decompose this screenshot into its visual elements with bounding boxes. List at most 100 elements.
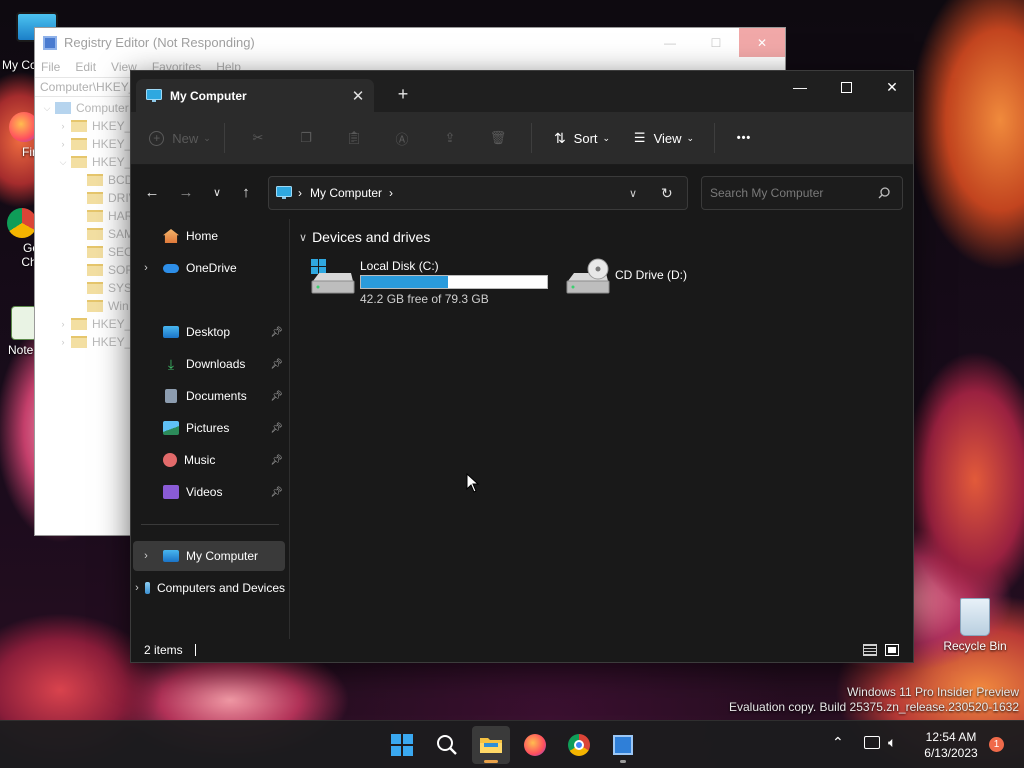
paste-button[interactable]: 📋︎ (330, 121, 378, 155)
sidebar-item-home[interactable]: Home (133, 221, 285, 251)
up-button[interactable]: ↑ (233, 179, 259, 205)
view-button[interactable]: ☰ View ⌄ (623, 121, 705, 155)
sidebar-item-desktop[interactable]: Desktop 📌︎ (133, 317, 285, 347)
chevron-right-icon[interactable]: › (133, 262, 159, 274)
group-header-devices[interactable]: ∨ Devices and drives (299, 229, 430, 245)
sidebar-item-network[interactable]: › Computers and Devices (133, 573, 285, 603)
desktop-icon-recycle-bin[interactable]: Recycle Bin (940, 598, 1010, 653)
taskbar-registry-editor[interactable] (604, 726, 642, 764)
drive-name: Local Disk (C:) (360, 259, 439, 273)
sidebar-item-label: Music (184, 453, 216, 467)
file-explorer-window[interactable]: My Computer ✕ + — ✕ + New ⌄ ✂ ❐ 📋︎ Ⓐ ⇪ 🗑… (130, 70, 914, 663)
taskbar-firefox[interactable] (516, 726, 554, 764)
clock[interactable]: 12:54 AM 6/13/2023 (916, 729, 986, 761)
tab-bar: My Computer ✕ + — ✕ (131, 71, 913, 112)
tiles-view-icon[interactable] (885, 643, 899, 656)
registry-editor-title: Registry Editor (Not Responding) (64, 35, 255, 50)
cut-button[interactable]: ✂ (234, 121, 282, 155)
chevron-right-icon[interactable]: › (133, 550, 159, 562)
taskbar-file-explorer[interactable] (472, 726, 510, 764)
drive-cd-d[interactable]: CD Drive (D:) (564, 257, 687, 297)
close-tab-icon[interactable]: ✕ (346, 87, 370, 105)
breadcrumb-my-computer[interactable]: My Computer (310, 186, 382, 200)
chevron-right-icon[interactable]: › (57, 139, 69, 149)
network-status-icon[interactable] (864, 736, 880, 749)
sidebar-item-videos[interactable]: Videos 📌︎ (133, 477, 285, 507)
pin-icon[interactable]: 📌︎ (270, 423, 283, 434)
details-view-icon[interactable] (863, 643, 877, 656)
sidebar-separator (141, 524, 279, 525)
cloud-icon (163, 263, 179, 273)
sort-button[interactable]: ⇅ Sort ⌄ (541, 121, 623, 155)
minimize-icon[interactable]: — (647, 28, 693, 57)
back-button[interactable]: ← (139, 179, 165, 205)
chevron-right-icon[interactable]: › (389, 186, 393, 200)
content-pane[interactable]: ∨ Devices and drives Local Disk (C:) 42.… (291, 219, 913, 639)
show-hidden-icons-button[interactable]: ⌃ (832, 734, 844, 751)
close-icon[interactable]: ✕ (739, 28, 785, 57)
search-input[interactable]: Search My Computer (701, 176, 903, 210)
copy-button[interactable]: ❐ (282, 121, 330, 155)
minimize-icon[interactable]: — (777, 71, 823, 103)
start-button[interactable] (383, 726, 421, 764)
refresh-icon[interactable]: ↻ (661, 185, 673, 202)
drive-local-disk-c[interactable]: Local Disk (C:) 42.2 GB free of 79.3 GB (309, 257, 548, 306)
toolbar-separator (224, 123, 225, 153)
view-label: View (653, 130, 682, 146)
maximize-icon[interactable]: ☐ (693, 28, 739, 57)
chevron-down-icon[interactable]: ⌵ (57, 157, 69, 168)
chevron-right-icon[interactable]: › (57, 121, 69, 131)
search-button[interactable] (428, 726, 466, 764)
sidebar-item-music[interactable]: Music 📌︎ (133, 445, 285, 475)
sidebar-item-documents[interactable]: Documents 📌︎ (133, 381, 285, 411)
windows-logo-icon (391, 734, 413, 756)
recent-locations-button[interactable]: ∨ (204, 179, 230, 205)
sidebar-item-label: Documents (186, 389, 247, 403)
notification-badge[interactable]: 1 (989, 737, 1004, 752)
pin-icon[interactable]: 📌︎ (270, 327, 283, 338)
chevron-down-icon[interactable]: ⌵ (41, 103, 53, 114)
item-count: 2 items (144, 642, 183, 657)
registry-menu-file[interactable]: File (41, 60, 60, 74)
sidebar-item-downloads[interactable]: ⤓ Downloads 📌︎ (133, 349, 285, 379)
taskbar-chrome[interactable] (560, 726, 598, 764)
address-bar[interactable]: › My Computer › ∨ ↻ (268, 176, 688, 210)
sidebar-item-pictures[interactable]: Pictures 📌︎ (133, 413, 285, 443)
delete-button[interactable]: 🗑︎ (474, 121, 522, 155)
address-history-dropdown[interactable]: ∨ (629, 187, 637, 200)
sidebar-item-onedrive[interactable]: › OneDrive (133, 253, 285, 283)
folder-icon (71, 138, 87, 150)
new-tab-button[interactable]: + (389, 83, 417, 107)
desktop-icon-label: Recycle Bin (943, 639, 1007, 653)
folder-icon (87, 246, 103, 258)
forward-button[interactable]: → (173, 179, 199, 205)
running-indicator (484, 760, 498, 763)
mouse-cursor-icon (466, 473, 480, 493)
clock-time: 12:54 AM (925, 730, 977, 744)
registry-menu-edit[interactable]: Edit (75, 60, 96, 74)
tab-my-computer[interactable]: My Computer ✕ (136, 79, 374, 112)
drive-name: CD Drive (D:) (615, 268, 687, 282)
close-icon[interactable]: ✕ (869, 71, 915, 103)
chevron-right-icon[interactable]: › (133, 582, 141, 594)
sidebar-item-my-computer[interactable]: › My Computer (133, 541, 285, 571)
pin-icon[interactable]: 📌︎ (270, 391, 283, 402)
sort-label: Sort (573, 130, 598, 146)
more-options-button[interactable]: ••• (724, 121, 764, 155)
pin-icon[interactable]: 📌︎ (270, 487, 283, 498)
home-icon (163, 229, 179, 243)
drive-free-space: 42.2 GB free of 79.3 GB (360, 292, 489, 306)
pin-icon[interactable]: 📌︎ (270, 359, 283, 370)
chevron-right-icon[interactable]: › (57, 319, 69, 329)
pin-icon[interactable]: 📌︎ (270, 455, 283, 466)
new-button[interactable]: + New ⌄ (145, 121, 215, 155)
rename-button[interactable]: Ⓐ (378, 121, 426, 155)
watermark-line1: Windows 11 Pro Insider Preview (847, 685, 1019, 699)
pane-divider[interactable] (289, 219, 290, 639)
chevron-right-icon[interactable]: › (57, 337, 69, 347)
maximize-icon[interactable] (823, 71, 869, 103)
cd-drive-icon (564, 257, 610, 297)
volume-icon[interactable]: 🔈︎ (888, 734, 896, 751)
share-button[interactable]: ⇪ (426, 121, 474, 155)
share-icon: ⇪ (444, 130, 456, 145)
